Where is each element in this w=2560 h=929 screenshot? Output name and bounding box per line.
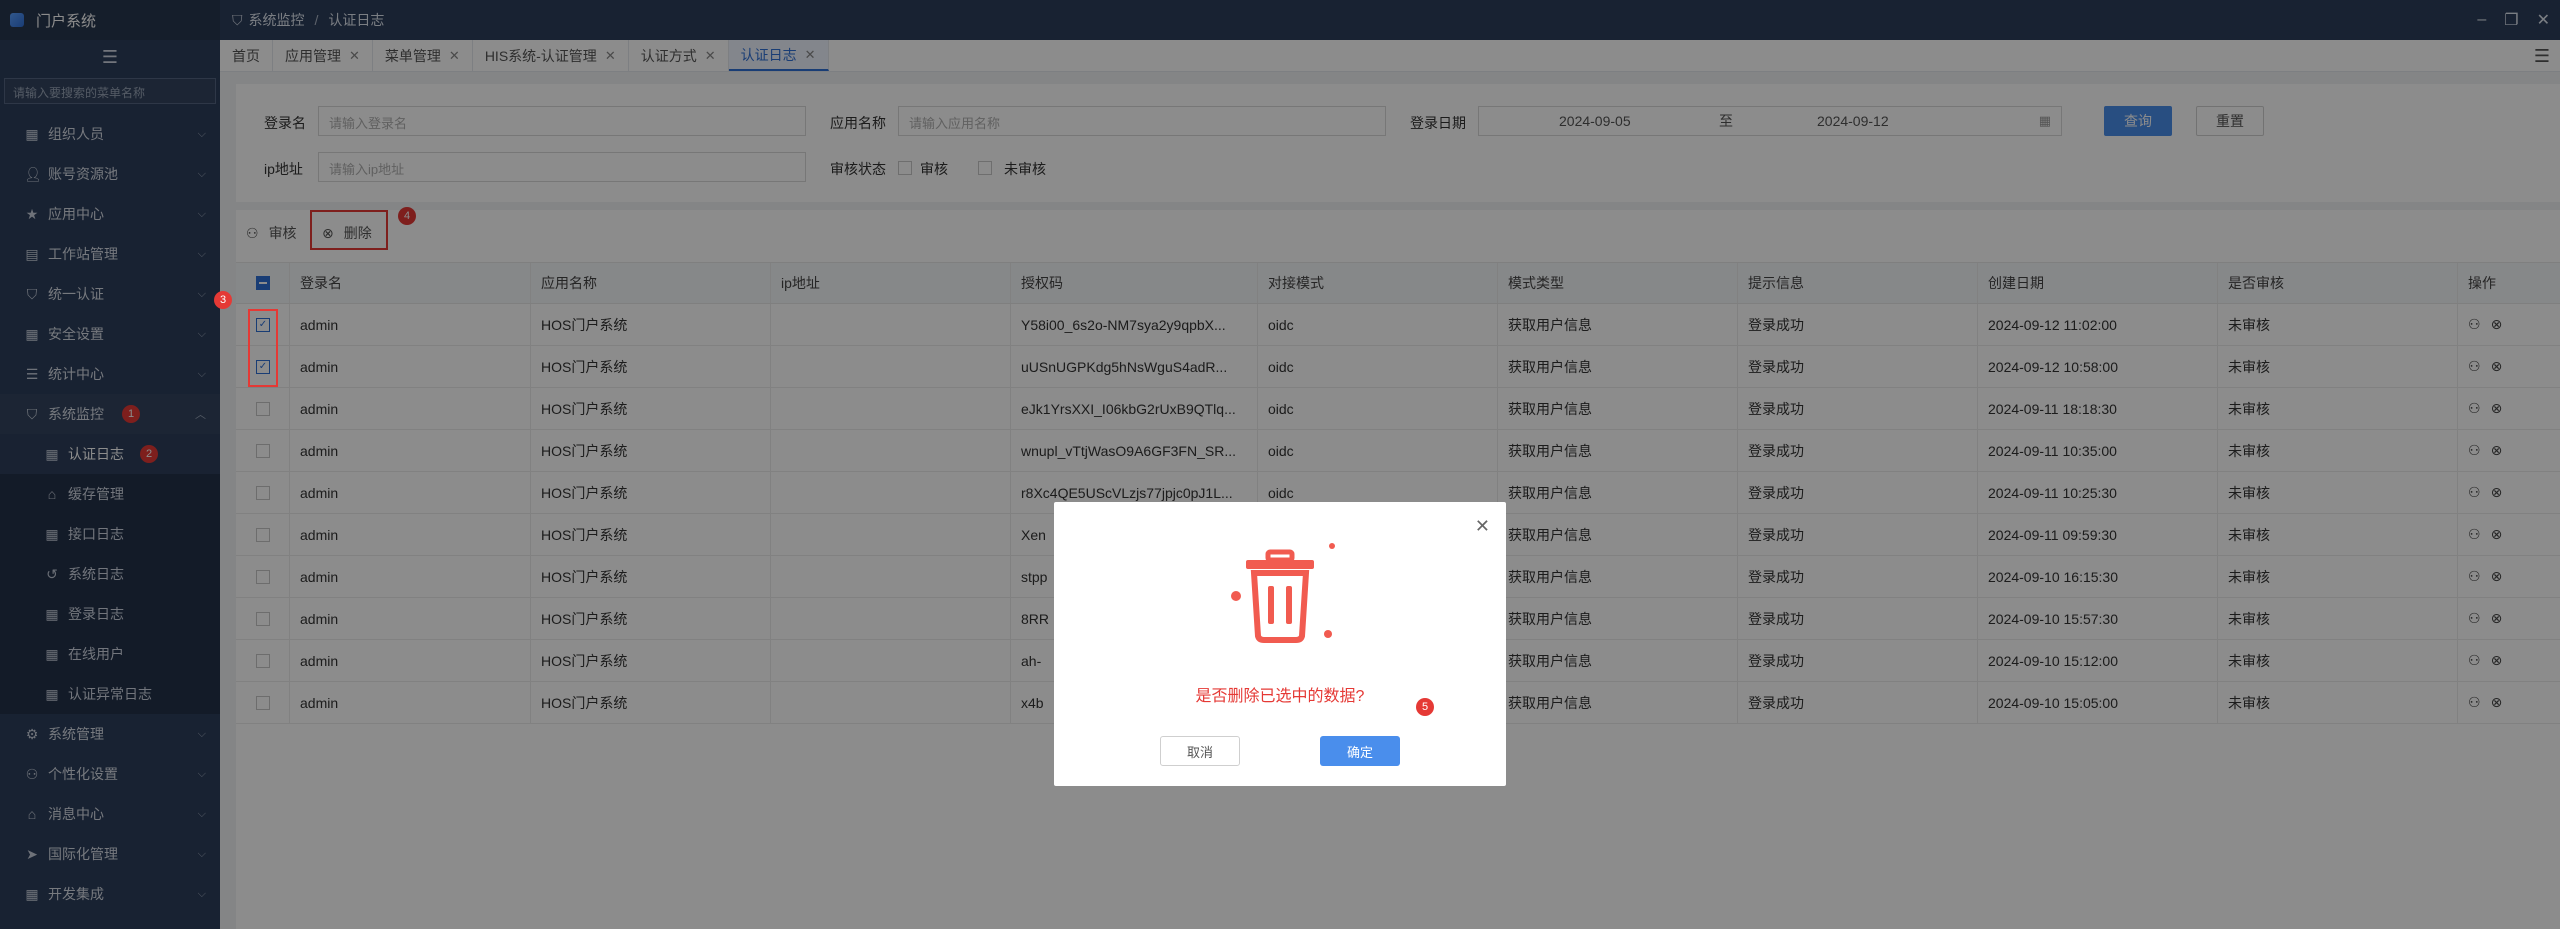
close-icon[interactable]: ✕ xyxy=(1475,516,1490,537)
step-badge: 5 xyxy=(1416,698,1434,716)
delete-confirm-dialog: ✕ 是否删除已选中的数据? 5 取消 确定 xyxy=(1054,502,1506,786)
cancel-button[interactable]: 取消 xyxy=(1160,736,1240,766)
trash-icon xyxy=(1231,543,1335,643)
confirm-message: 是否删除已选中的数据? xyxy=(1195,688,1365,705)
confirm-button[interactable]: 确定 xyxy=(1320,736,1400,766)
highlight-box xyxy=(248,309,278,387)
modal-overlay[interactable] xyxy=(0,0,2560,929)
step-badge: 3 xyxy=(214,291,232,309)
